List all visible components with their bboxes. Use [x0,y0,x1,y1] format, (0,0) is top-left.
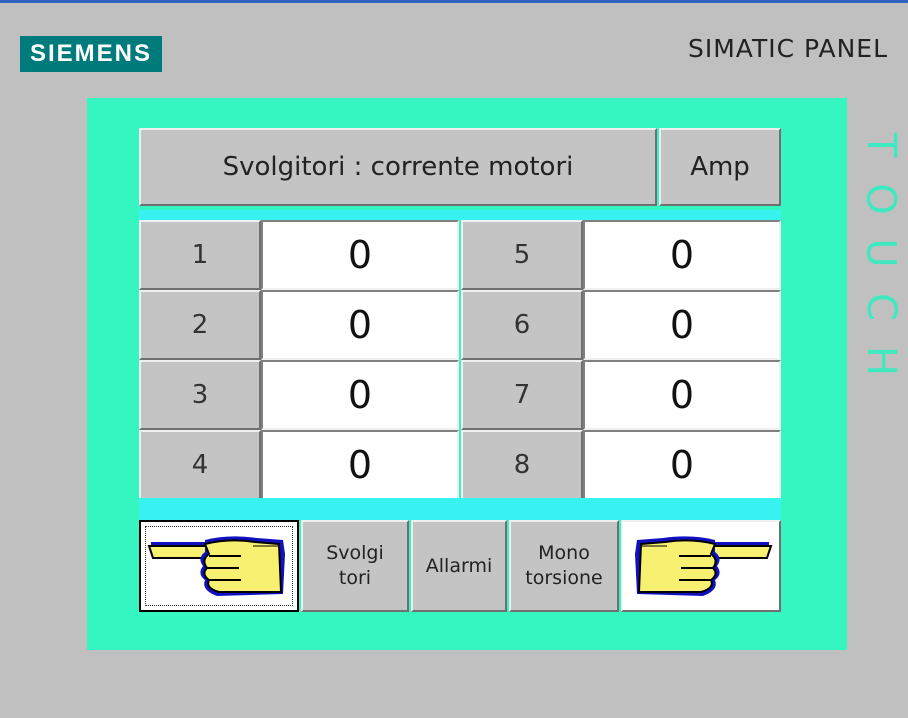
separator-strip [139,498,781,520]
table-row: 4 0 8 0 [139,430,781,500]
monotorsione-label-line1: Mono [538,542,590,564]
motor-current-2[interactable]: 0 [261,290,459,360]
motor-index-4: 4 [139,430,261,500]
table-row: 2 0 6 0 [139,290,781,360]
motor-index-3: 3 [139,360,261,430]
touch-letter: H [857,345,904,377]
svolgitori-label-line2: tori [338,567,372,589]
motor-index-6: 6 [461,290,583,360]
touch-letter: U [858,238,904,268]
hmi-screen: Svolgitori : corrente motori Amp 1 0 5 0… [87,98,847,650]
current-grid: 1 0 5 0 2 0 6 0 3 0 7 0 4 0 8 0 [139,220,781,500]
hand-pointing-right-icon [635,536,773,596]
navigation-bar: Svolgi tori Allarmi Mono torsione [139,520,781,612]
top-border [0,0,908,3]
table-row: 3 0 7 0 [139,360,781,430]
svolgitori-label-line1: Svolgi [326,542,384,564]
motor-index-5: 5 [461,220,583,290]
monotorsione-button[interactable]: Mono torsione [509,520,619,612]
motor-index-1: 1 [139,220,261,290]
motor-current-7[interactable]: 0 [583,360,781,430]
unit-label: Amp [659,128,781,206]
motor-current-1[interactable]: 0 [261,220,459,290]
panel-label: SIMATIC PANEL [687,34,888,63]
svolgitori-button[interactable]: Svolgi tori [301,520,409,612]
motor-current-4[interactable]: 0 [261,430,459,500]
hand-pointing-left-icon [147,536,285,596]
allarmi-label: Allarmi [425,554,493,577]
motor-index-8: 8 [461,430,583,500]
touch-letter: O [857,183,904,215]
allarmi-button[interactable]: Allarmi [411,520,507,612]
touch-letter: C [858,293,904,321]
table-row: 1 0 5 0 [139,220,781,290]
prev-screen-button[interactable] [139,520,299,612]
separator-strip [139,210,781,220]
motor-current-6[interactable]: 0 [583,290,781,360]
motor-index-7: 7 [461,360,583,430]
touch-letter: T [858,132,904,158]
touch-label: TOUCH [853,118,908,376]
motor-index-2: 2 [139,290,261,360]
siemens-logo: SIEMENS [20,36,163,72]
monotorsione-label-line2: torsione [525,567,603,589]
next-screen-button[interactable] [621,520,781,612]
motor-current-5[interactable]: 0 [583,220,781,290]
screen-title: Svolgitori : corrente motori [139,128,657,206]
motor-current-3[interactable]: 0 [261,360,459,430]
motor-current-8[interactable]: 0 [583,430,781,500]
